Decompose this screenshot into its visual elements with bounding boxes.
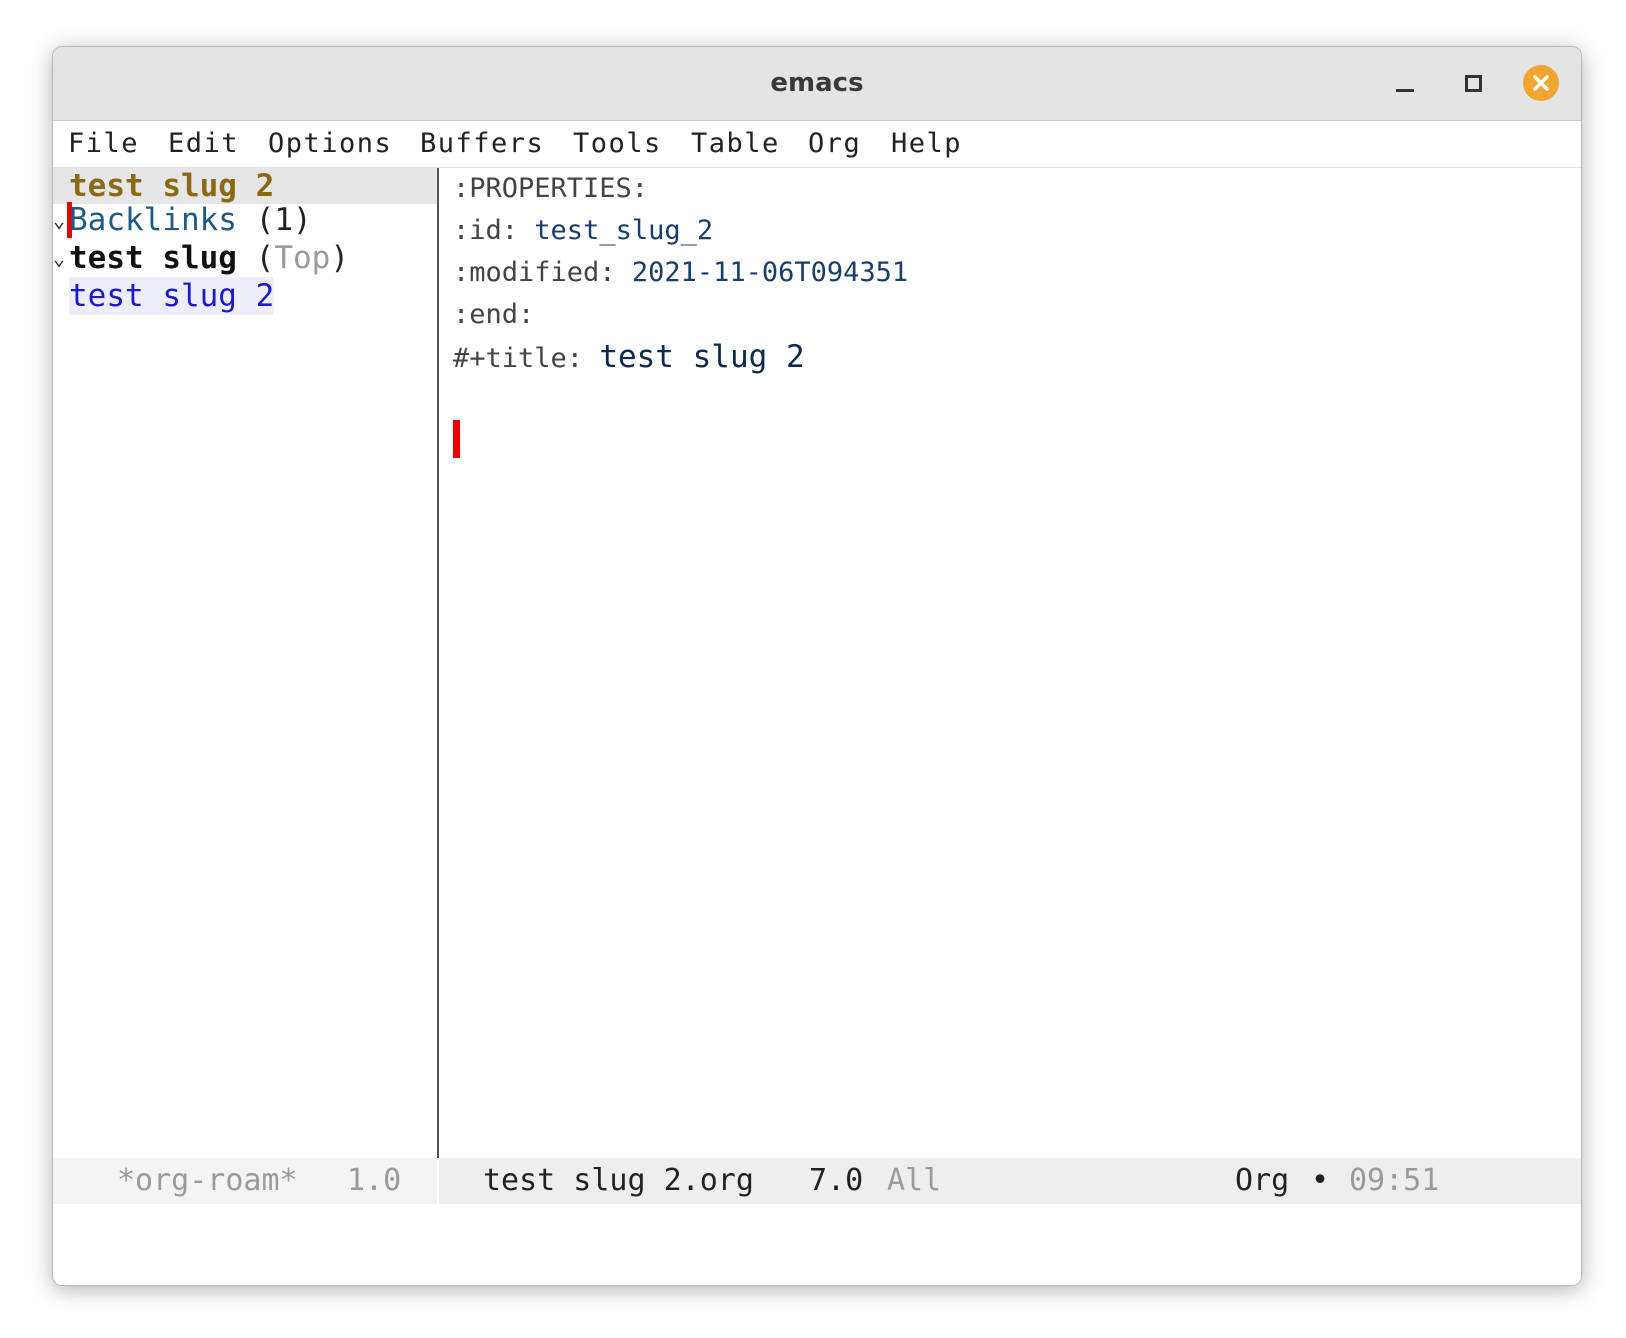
menu-tools[interactable]: Tools bbox=[573, 121, 662, 167]
window-title: emacs bbox=[770, 68, 864, 98]
menu-help[interactable]: Help bbox=[891, 121, 962, 167]
modeline-position: 7.0 bbox=[809, 1163, 864, 1198]
menu-file[interactable]: File bbox=[68, 121, 139, 167]
backlinks-heading: Backlinks (1) bbox=[69, 201, 312, 239]
modeline-separator: • bbox=[1311, 1163, 1330, 1198]
property-end: :end: bbox=[453, 299, 535, 330]
property-modified: :modified: 2021-11-06T094351 bbox=[453, 252, 908, 294]
minimize-icon bbox=[1396, 89, 1414, 92]
property-id: :id: test_slug_2 bbox=[453, 210, 713, 252]
menu-table[interactable]: Table bbox=[691, 121, 780, 167]
modeline-buffer-name: test slug 2.org bbox=[483, 1163, 754, 1198]
modeline-editor: test slug 2.org 7.0 All Org • 09:51 bbox=[439, 1158, 1581, 1204]
menu-buffers[interactable]: Buffers bbox=[420, 121, 544, 167]
backlink-link[interactable]: test slug 2 bbox=[69, 277, 275, 315]
backlinks-label: Backlinks bbox=[69, 202, 237, 238]
menu-bar: File Edit Options Buffers Tools Table Or… bbox=[53, 121, 1581, 168]
properties-drawer: :PROPERTIES: bbox=[453, 173, 649, 204]
org-editor-pane[interactable]: :PROPERTIES: :id: test_slug_2 :modified:… bbox=[439, 168, 1581, 1158]
modeline-major-mode: Org bbox=[1235, 1163, 1290, 1198]
menu-edit[interactable]: Edit bbox=[168, 121, 239, 167]
echo-area[interactable] bbox=[53, 1204, 1581, 1285]
property-modified-value: 2021-11-06T094351 bbox=[631, 257, 909, 288]
backlinks-count: (1) bbox=[255, 202, 312, 238]
chevron-down-icon[interactable]: ⌄ bbox=[53, 201, 67, 239]
modeline-position: 1.0 bbox=[347, 1163, 402, 1198]
org-title-line: #+title: test slug 2 bbox=[453, 335, 805, 379]
property-id-value: test_slug_2 bbox=[534, 215, 714, 246]
modeline-time: 09:51 bbox=[1349, 1163, 1440, 1198]
property-modified-key: :modified: bbox=[453, 257, 616, 288]
maximize-button[interactable] bbox=[1455, 65, 1491, 101]
backlink-source-title: test slug bbox=[69, 240, 237, 276]
minimize-button[interactable] bbox=[1387, 65, 1423, 101]
close-icon bbox=[1533, 75, 1549, 91]
property-id-key: :id: bbox=[453, 215, 519, 246]
org-title-keyword: #+title: bbox=[453, 343, 584, 374]
menu-org[interactable]: Org bbox=[808, 121, 861, 167]
backlink-source-location: Top bbox=[274, 240, 331, 276]
modeline-sidebar: *org-roam* 1.0 bbox=[53, 1158, 437, 1204]
modeline-buffer-name: *org-roam* bbox=[117, 1163, 298, 1198]
menu-options[interactable]: Options bbox=[268, 121, 392, 167]
org-roam-sidebar[interactable]: test slug 2 ⌄ Backlinks (1) ⌄ test slug … bbox=[53, 168, 437, 1158]
org-title-value: test slug 2 bbox=[599, 339, 805, 375]
maximize-icon bbox=[1465, 75, 1482, 92]
chevron-down-icon[interactable]: ⌄ bbox=[53, 239, 67, 277]
text-cursor bbox=[453, 420, 460, 458]
paren-open: ( bbox=[255, 240, 275, 276]
close-button[interactable] bbox=[1523, 65, 1559, 101]
title-bar[interactable]: emacs bbox=[53, 47, 1581, 121]
emacs-window: emacs File Edit Options Buffers Tools Ta… bbox=[52, 46, 1582, 1286]
backlink-source-heading: test slug (Top) bbox=[69, 239, 349, 277]
paren-close: ) bbox=[330, 240, 349, 276]
modeline-scroll: All bbox=[887, 1163, 942, 1198]
sidebar-header-title: test slug 2 bbox=[69, 168, 275, 204]
